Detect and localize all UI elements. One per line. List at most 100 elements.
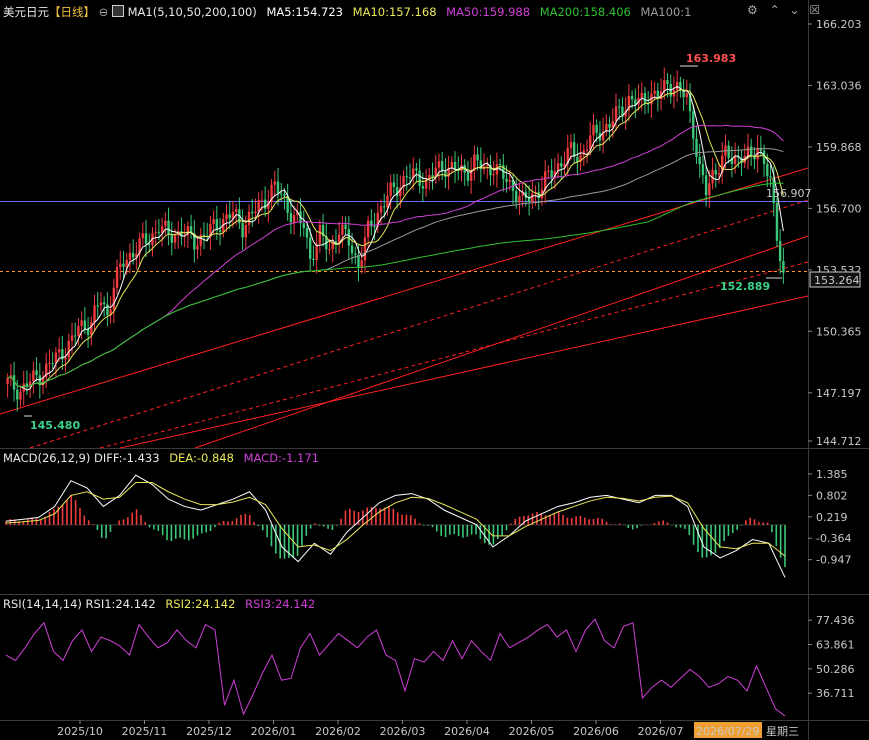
candle-body: [308, 237, 312, 259]
candle-body: [363, 237, 367, 261]
candle-body: [6, 378, 9, 384]
candle-body: [386, 195, 389, 208]
chevron-up-icon[interactable]: ⌃: [770, 3, 780, 17]
candle-body: [408, 177, 412, 179]
candle-body: [373, 226, 376, 228]
current-price-label: 153.264: [814, 274, 860, 287]
window-controls: ⚙ ⌃ ⌄ ☒: [747, 3, 820, 17]
high-label: 163.983: [686, 52, 736, 65]
trend-channel: [0, 167, 809, 449]
candle-body: [212, 219, 215, 224]
candle-body: [663, 80, 666, 92]
candle-body: [692, 111, 695, 139]
macd-tick-label: -0.364: [816, 532, 851, 545]
candle-body: [90, 322, 93, 335]
candle-body: [405, 176, 408, 178]
candle-body: [273, 181, 276, 185]
candle-body: [128, 252, 132, 260]
macd-tick-label: -0.947: [816, 554, 851, 567]
ma-toggle-icon[interactable]: [111, 5, 124, 17]
candle-body: [141, 233, 145, 239]
candle-body: [112, 287, 116, 310]
low-label: 145.480: [30, 419, 80, 432]
candle-body: [498, 164, 502, 166]
settings-gear-icon[interactable]: ⚙: [747, 3, 758, 17]
candle-body: [64, 357, 67, 360]
candle-body: [717, 172, 721, 175]
candle-body: [106, 304, 109, 316]
candle-body: [196, 245, 199, 250]
candle-body: [775, 203, 779, 241]
date-tick-label: 2026/04: [444, 725, 490, 738]
price-tick-label: 166.203: [816, 18, 862, 31]
candle-body: [450, 161, 454, 168]
candle-body: [93, 305, 96, 323]
candle-body: [99, 302, 103, 306]
ma200-value: MA200:158.406: [539, 5, 631, 19]
macd-header: MACD(26,12,9) DIFF:-1.433 DEA:-0.848 MAC…: [3, 451, 319, 465]
candle-body: [466, 172, 470, 181]
candle-body: [354, 253, 357, 255]
channel-lower-line: [119, 295, 809, 449]
rsi2-value: RSI2:24.142: [165, 597, 236, 611]
channel-mid-line: [194, 235, 809, 449]
period-label[interactable]: 【日线】: [49, 5, 95, 19]
macd-title: MACD(26,12,9): [3, 451, 91, 465]
candle-body: [515, 190, 518, 203]
macd-tick-label: 0.219: [816, 511, 848, 524]
macd-diff-line: [5, 474, 786, 578]
ma5-line: [7, 85, 784, 391]
candle-body: [57, 349, 61, 353]
candle-body: [305, 228, 309, 238]
rsi-title: RSI(14,14,14): [3, 597, 82, 611]
ma-title: MA1(5,10,50,200,100): [127, 5, 257, 19]
candle-body: [74, 335, 77, 337]
channel-dashed-2: [99, 261, 809, 449]
candle-body: [518, 195, 521, 203]
candle-body: [708, 183, 711, 196]
candle-body: [746, 146, 750, 157]
recent-low-label: 152.889: [720, 280, 770, 293]
candle-body: [750, 146, 753, 156]
date-tick-label: 2026/01: [251, 725, 297, 738]
candle-body: [685, 93, 689, 98]
candle-body: [666, 80, 669, 84]
candle-body: [164, 220, 167, 227]
candle-body: [782, 261, 785, 273]
candle-body: [283, 193, 286, 196]
candle-body: [585, 149, 589, 151]
chevron-down-icon[interactable]: ⌄: [789, 3, 799, 17]
candle-body: [173, 235, 177, 243]
ma100-value: MA100:1: [640, 5, 692, 19]
x-axis-ticks: 2025/10 2025/11 2025/12 2026/01 2026/02 2026/…: [57, 720, 683, 738]
candle-body: [80, 320, 83, 326]
candle-body: [527, 198, 531, 202]
candle-body: [257, 200, 260, 212]
candle-body: [778, 240, 782, 262]
panel-borders: [0, 0, 869, 740]
candle-body: [614, 106, 618, 122]
candle-body: [486, 164, 489, 167]
candle-body: [392, 182, 396, 188]
macd-group: [5, 474, 786, 578]
macd-tick-label: 1.385: [816, 468, 848, 481]
candle-body: [714, 169, 717, 175]
candle-body: [701, 164, 705, 176]
macd-dea-line: [5, 482, 786, 557]
candle-body: [157, 232, 161, 234]
settings-icon[interactable]: ⊖: [99, 5, 109, 19]
cursor-weekday: 星期三: [766, 725, 799, 738]
close-icon[interactable]: ☒: [809, 3, 820, 17]
hline-value-label: 156.907: [766, 187, 812, 200]
candle-body: [379, 206, 383, 213]
candle-body: [547, 170, 550, 172]
candle-body: [289, 212, 293, 223]
ma50-value: MA50:159.988: [446, 5, 531, 19]
candle-body: [727, 145, 730, 158]
rsi-tick-label: 77.436: [816, 614, 855, 627]
candle-body: [550, 170, 553, 177]
candle-body: [421, 186, 425, 189]
price-tick-label: 144.712: [816, 435, 862, 448]
chart-canvas: 166.203163.036159.868156.700153.532150.3…: [0, 0, 869, 740]
candle-body: [35, 370, 38, 376]
